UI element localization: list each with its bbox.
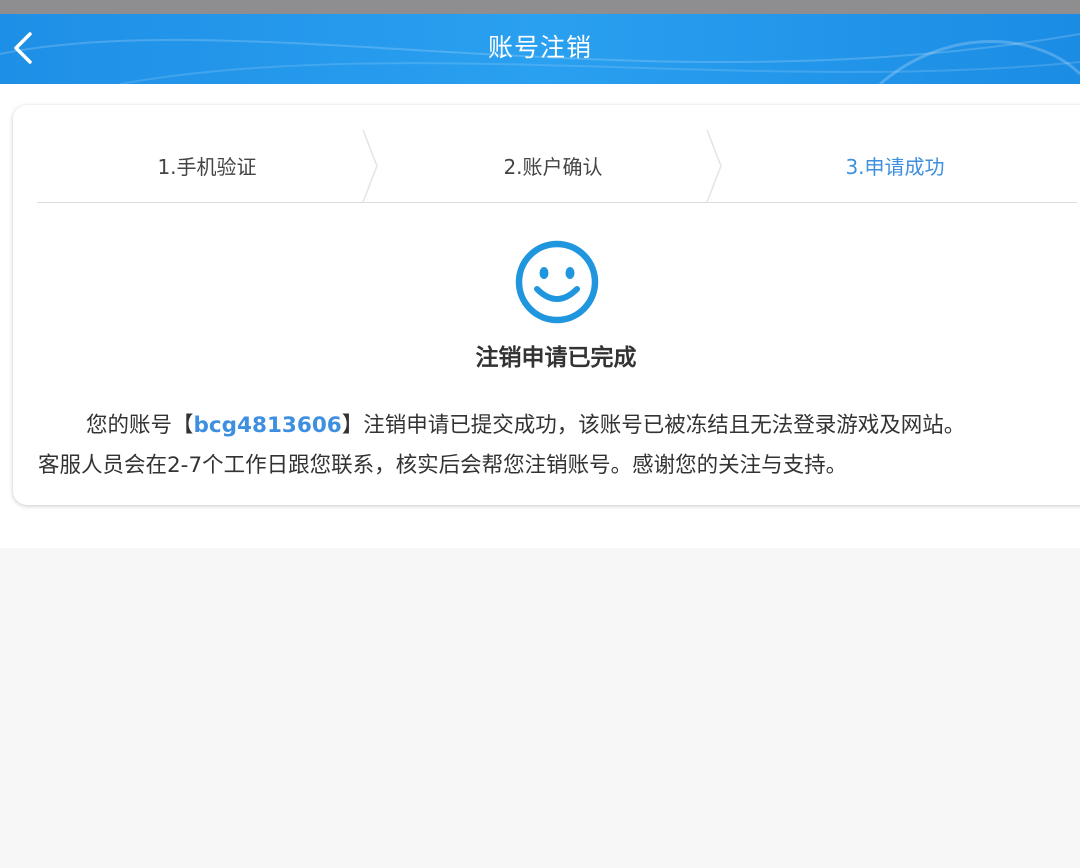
message-body: 】注销申请已提交成功，该账号已被冻结且无法登录游戏及网站。 [341, 413, 966, 438]
back-button[interactable] [6, 28, 46, 68]
message-line2: 客服人员会在2-7个工作日跟您联系，核实后会帮您注销账号。感谢您的关注与支持。 [38, 453, 848, 478]
result-message: 您的账号【bcg4813606】注销申请已提交成功，该账号已被冻结且无法登录游戏… [38, 406, 1068, 486]
message-prefix: 您的账号【 [86, 413, 194, 438]
account-id: bcg4813606 [193, 413, 342, 438]
result-title: 注销申请已完成 [475, 345, 637, 371]
app-header: 账号注销 [0, 14, 1080, 84]
step-account-confirm[interactable]: 2.账户确认 [383, 130, 723, 202]
step-apply-success[interactable]: 3.申请成功 [723, 130, 1067, 202]
smiley-face-icon [515, 240, 599, 324]
status-strip [0, 0, 1080, 14]
step-indicator: 1.手机验证 2.账户确认 3.申请成功 [37, 130, 1077, 203]
header-decoration [0, 33, 1080, 84]
step-separator-icon [362, 130, 378, 202]
chevron-left-icon [14, 32, 32, 64]
step-phone-verify[interactable]: 1.手机验证 [37, 130, 377, 202]
